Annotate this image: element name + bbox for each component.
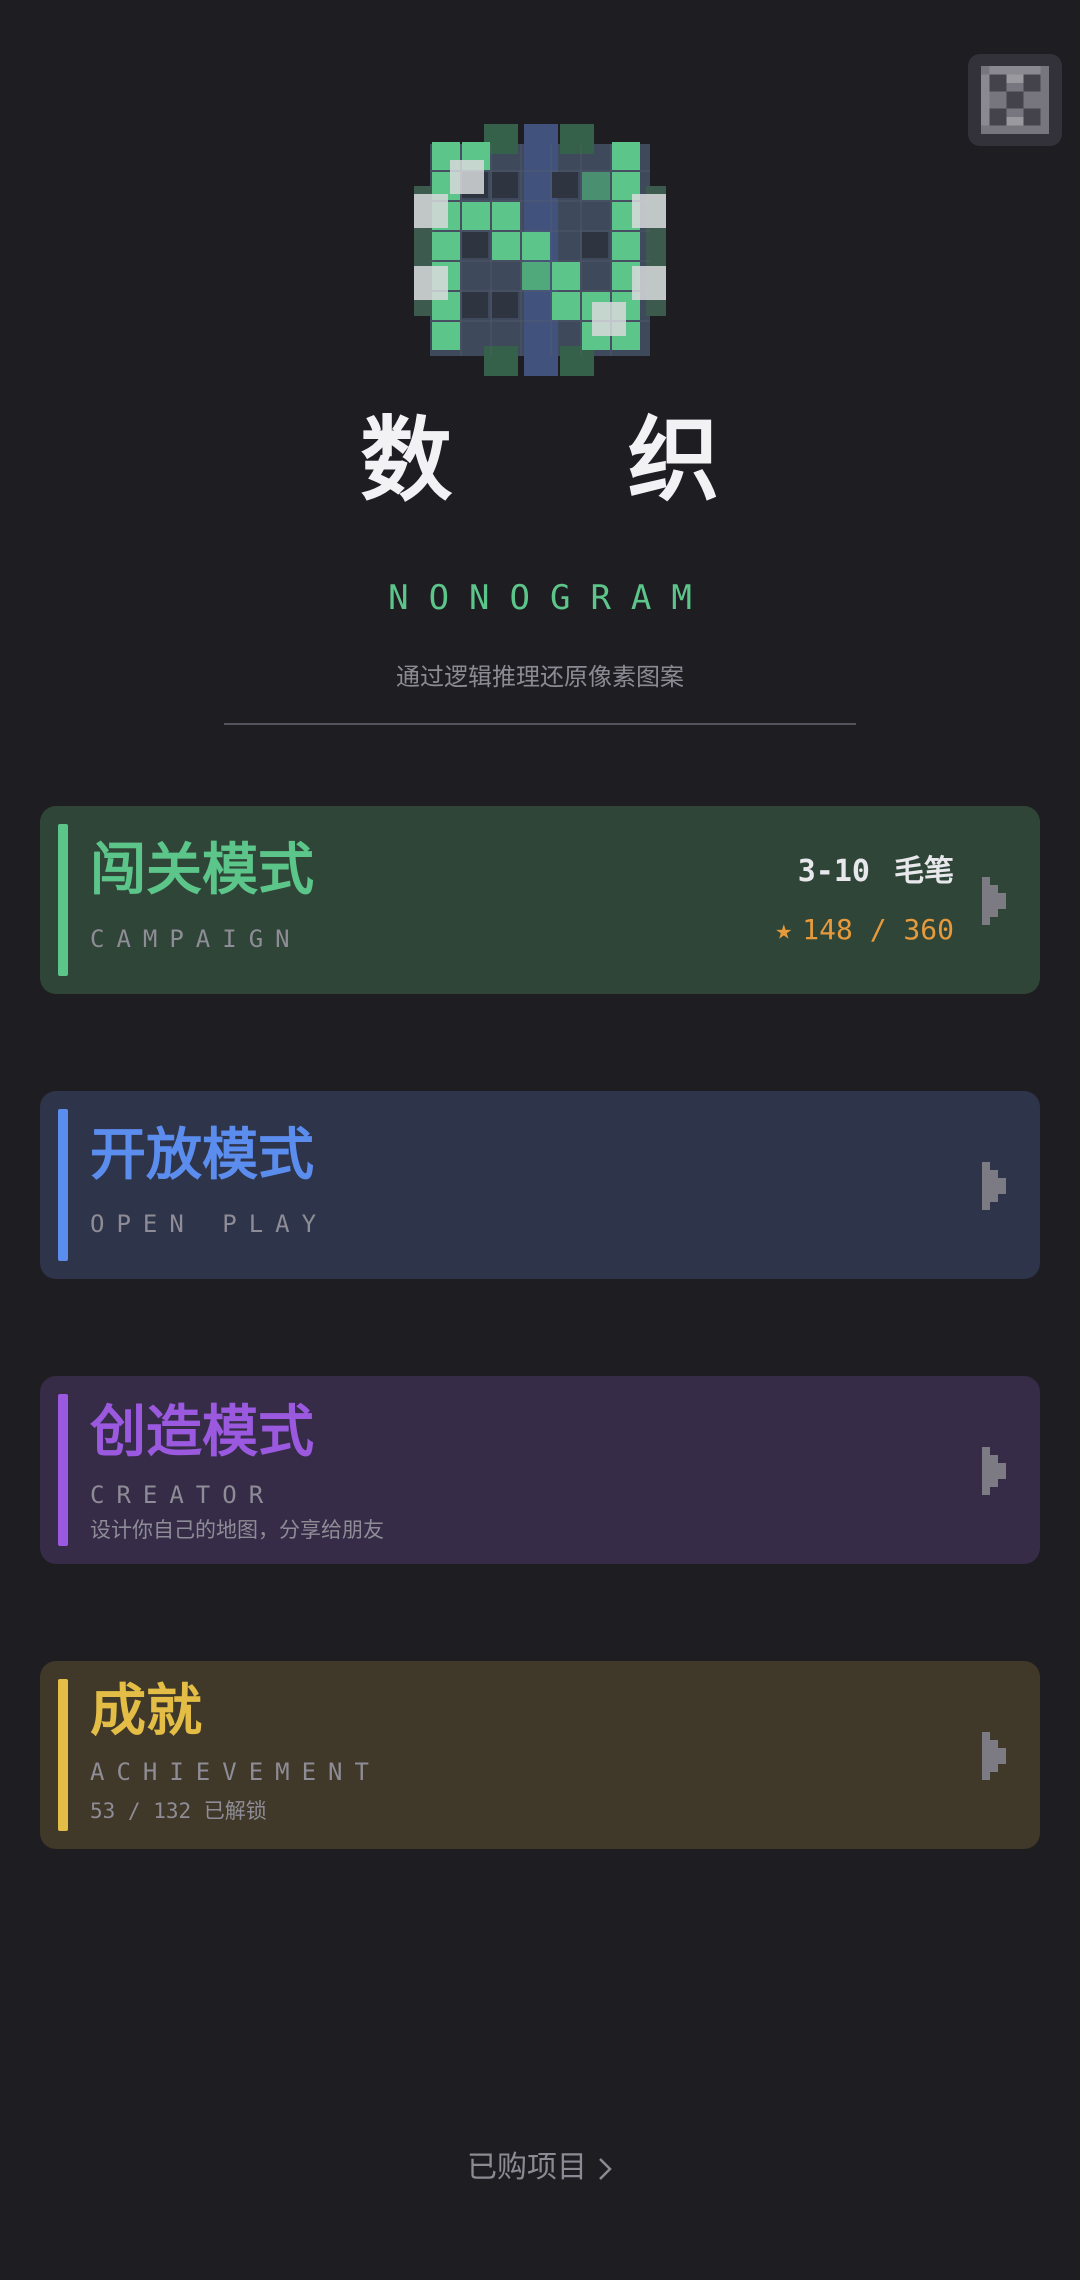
campaign-mode-card[interactable]: 闯关模式 CAMPAIGN 3-10 毛笔 ★ 148 / 360 (40, 806, 1040, 994)
app-tagline: 通过逻辑推理还原像素图案 (396, 663, 684, 691)
nonogram-logo (414, 124, 666, 376)
arrow-right-icon (982, 1732, 1006, 1780)
arrow-right-icon (982, 1447, 1006, 1495)
open-play-mode-card[interactable]: 开放模式 OPEN PLAY (40, 1091, 1040, 1279)
app-subtitle: NONOGRAM (388, 578, 712, 618)
chevron-right-icon (599, 2157, 612, 2180)
close-button[interactable] (968, 54, 1062, 146)
level-name: 毛笔 (894, 854, 954, 889)
level-number: 3-10 (797, 854, 870, 889)
accent-bar (58, 1394, 68, 1546)
accent-bar (58, 1109, 68, 1261)
mode-english-name: CAMPAIGN (90, 925, 302, 953)
accent-bar (58, 824, 68, 976)
achievement-progress: 53 / 132 已解锁 (90, 1799, 267, 1823)
campaign-stars: ★ 148 / 360 (775, 912, 954, 948)
header-divider (224, 723, 856, 725)
purchased-items-label: 已购项目 (467, 2150, 587, 2185)
creator-mode-card[interactable]: 创造模式 CREATOR 设计你自己的地图，分享给朋友 (40, 1376, 1040, 1564)
mode-english-name: ACHIEVEMENT (90, 1758, 381, 1786)
close-icon (981, 66, 1049, 134)
mode-english-name: CREATOR (90, 1481, 276, 1509)
stars-count: 148 / 360 (802, 913, 954, 946)
purchased-items-link[interactable]: 已购项目 (0, 2146, 1080, 2190)
mode-name: 开放模式 (90, 1123, 314, 1188)
mode-name: 闯关模式 (90, 838, 314, 903)
campaign-current-level: 3-10 毛笔 (798, 852, 954, 892)
app-title: 数 织 (360, 407, 780, 514)
arrow-right-icon (982, 877, 1006, 925)
arrow-right-icon (982, 1162, 1006, 1210)
mode-name: 创造模式 (90, 1400, 314, 1465)
mode-description: 设计你自己的地图，分享给朋友 (90, 1518, 384, 1542)
star-icon: ★ (775, 913, 793, 946)
mode-english-name: OPEN PLAY (90, 1210, 329, 1238)
achievement-card[interactable]: 成就 ACHIEVEMENT 53 / 132 已解锁 (40, 1661, 1040, 1849)
accent-bar (58, 1679, 68, 1831)
mode-name: 成就 (90, 1679, 202, 1744)
